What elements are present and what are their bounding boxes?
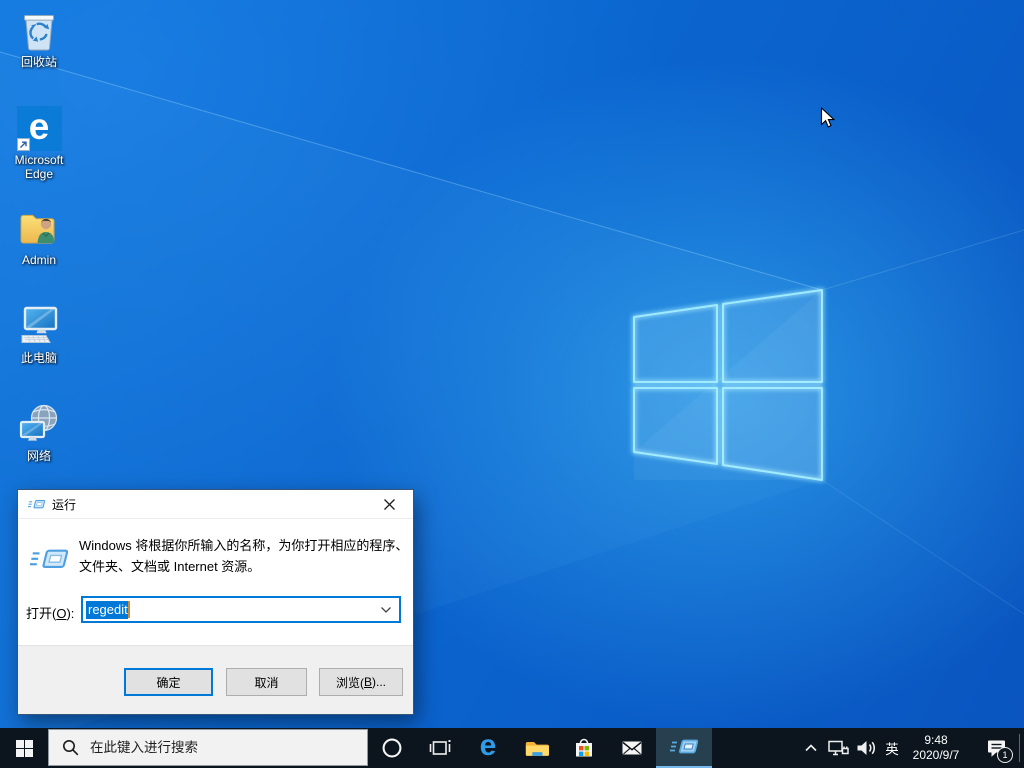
start-button[interactable] — [0, 728, 48, 768]
search-input[interactable] — [88, 739, 362, 756]
action-center-button[interactable]: 1 — [978, 728, 1016, 768]
show-desktop-button[interactable] — [1019, 734, 1020, 762]
cortana-icon — [382, 738, 402, 758]
windows-logo-icon — [15, 739, 33, 757]
run-command-input[interactable]: regedit — [81, 596, 401, 623]
edge-icon: e — [479, 729, 497, 762]
desktop-icon-label: 网络 — [26, 449, 51, 463]
dialog-footer: 确定 取消 浏览(B)... — [18, 645, 413, 714]
desktop-icon-recycle-bin[interactable]: 回收站 — [0, 6, 78, 69]
task-view-icon — [429, 740, 451, 755]
file-explorer-icon — [525, 741, 549, 756]
speaker-icon — [857, 741, 875, 755]
desktop-icon-label: Admin — [21, 253, 56, 267]
network-tray-button[interactable] — [824, 728, 852, 768]
run-app-icon — [28, 497, 45, 512]
computer-icon — [15, 302, 63, 350]
network-globe-icon — [15, 400, 63, 448]
microsoft-store-button[interactable] — [560, 728, 608, 768]
dialog-title: 运行 — [52, 497, 77, 512]
task-view-button[interactable] — [416, 728, 464, 768]
network-icon — [828, 740, 849, 756]
edge-logo-glyph: e — [28, 105, 50, 147]
run-dialog: 运行 Windows 将根据你所输入的名称，为你打开相应的程序、 文件夹、文档或 — [17, 489, 414, 715]
volume-tray-button[interactable] — [852, 728, 880, 768]
microsoft-store-icon — [576, 738, 592, 757]
clock-time: 9:48 — [924, 733, 948, 747]
open-field-label: 打开(O): — [26, 606, 75, 621]
mail-button[interactable] — [608, 728, 656, 768]
run-dialog-icon — [30, 543, 69, 581]
desktop-wallpaper: 回收站 e Microsoft Edge Admin 此电脑 网络 运行 Win… — [0, 0, 1024, 728]
search-icon — [63, 740, 79, 756]
ok-button[interactable]: 确定 — [124, 668, 213, 696]
recycle-bin-icon — [15, 6, 63, 54]
browse-button[interactable]: 浏览(B)... — [319, 668, 403, 696]
desktop-icon-label: 此电脑 — [20, 351, 57, 365]
description-line-2: 文件夹、文档或 Internet 资源。 — [79, 559, 261, 574]
desktop-icon-microsoft-edge[interactable]: e Microsoft Edge — [0, 104, 78, 181]
run-app-icon — [670, 739, 698, 754]
description-line-1: Windows 将根据你所输入的名称，为你打开相应的程序、 — [79, 538, 409, 553]
taskbar-clock[interactable]: 9:48 2020/9/7 — [903, 728, 969, 768]
dialog-description: Windows 将根据你所输入的名称，为你打开相应的程序、 文件夹、文档或 In… — [79, 535, 408, 577]
edge-icon: e — [15, 104, 63, 152]
user-folder-icon — [15, 204, 63, 252]
file-explorer-button[interactable] — [512, 728, 560, 768]
mouse-cursor — [820, 106, 836, 134]
text-caret — [127, 601, 130, 618]
notification-badge: 1 — [997, 747, 1013, 763]
desktop-icon-network[interactable]: 网络 — [0, 400, 78, 463]
run-app-taskbar-button-active[interactable] — [656, 728, 712, 768]
taskbar-search-box[interactable] — [48, 729, 368, 766]
taskbar: e — [0, 728, 1024, 768]
cortana-button[interactable] — [368, 728, 416, 768]
combobox-dropdown-icon[interactable] — [380, 606, 392, 614]
edge-taskbar-button[interactable]: e — [464, 728, 512, 768]
input-selected-text: regedit — [86, 600, 128, 619]
cancel-button[interactable]: 取消 — [226, 668, 307, 696]
mail-icon — [622, 741, 642, 755]
chevron-up-icon — [805, 744, 817, 752]
tray-expand-button[interactable] — [800, 728, 822, 768]
run-dialog-titlebar[interactable]: 运行 — [18, 490, 413, 519]
close-button[interactable] — [367, 491, 412, 517]
shortcut-arrow-icon — [16, 137, 30, 151]
clock-date: 2020/9/7 — [912, 748, 960, 762]
ime-language-indicator[interactable]: 英 — [880, 728, 904, 768]
desktop-icon-label: 回收站 — [20, 55, 57, 69]
desktop-icon-this-pc[interactable]: 此电脑 — [0, 302, 78, 365]
desktop-icon-label: Microsoft Edge — [14, 153, 64, 181]
desktop-icon-admin-folder[interactable]: Admin — [0, 204, 78, 267]
